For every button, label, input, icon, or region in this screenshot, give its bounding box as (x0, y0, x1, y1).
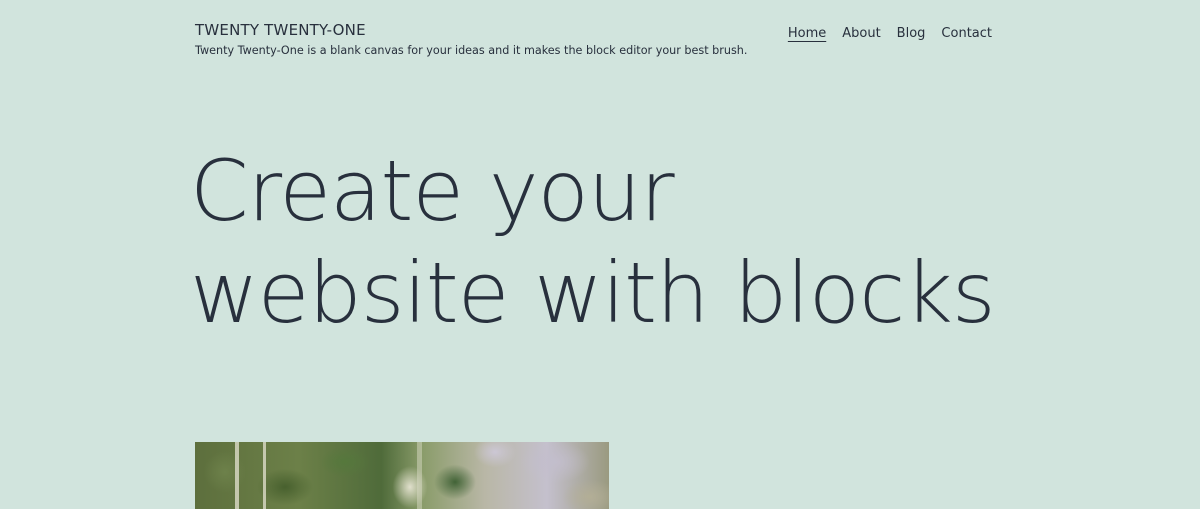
site-title-link[interactable]: TWENTY TWENTY-ONE (195, 21, 366, 39)
nav-item-about[interactable]: About (842, 26, 880, 42)
cover-painting-image (195, 442, 609, 509)
tree-trunk-decoration (235, 442, 239, 509)
site-header: TWENTY TWENTY-ONE Twenty Twenty-One is a… (195, 0, 992, 70)
site-description: Twenty Twenty-One is a blank canvas for … (195, 44, 748, 57)
page-heading: Create your website with blocks (190, 142, 996, 342)
nav-item-home[interactable]: Home (788, 26, 826, 42)
nav-item-contact[interactable]: Contact (941, 26, 992, 42)
tree-trunk-decoration (417, 442, 422, 509)
tree-trunk-decoration (263, 442, 266, 509)
nav-item-blog[interactable]: Blog (897, 26, 926, 42)
primary-navigation: Home About Blog Contact (788, 26, 992, 42)
